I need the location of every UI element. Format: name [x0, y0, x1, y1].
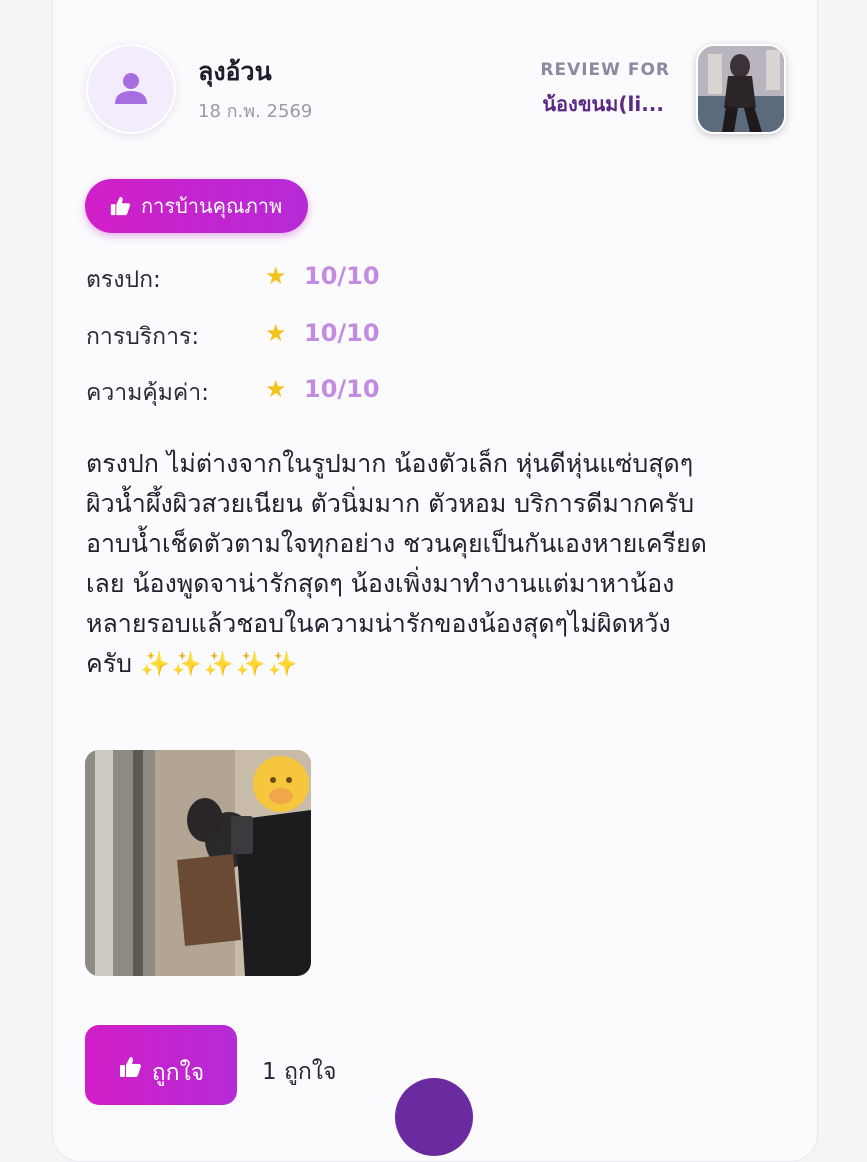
- review-for-name[interactable]: น้องขนม(li...: [542, 88, 664, 120]
- review-text-line: ครับ: [86, 649, 133, 678]
- review-tag-label: การบ้านคุณภาพ: [141, 194, 283, 218]
- star-icon: ★: [265, 262, 287, 290]
- rating-label-value: ความคุ้มค่า:: [86, 380, 209, 406]
- like-count: 1 ถูกใจ: [262, 1059, 337, 1085]
- review-tag: การบ้านคุณภาพ: [85, 179, 309, 233]
- thumbs-up-icon: [119, 1057, 141, 1077]
- sparkles-emoji: ✨✨✨✨✨: [139, 650, 300, 678]
- review-photo[interactable]: [85, 750, 311, 976]
- review-date: 18 ก.พ. 2569: [198, 101, 313, 122]
- user-icon: [115, 73, 147, 104]
- thumbs-up-icon: [110, 196, 131, 216]
- review-for-label: REVIEW FOR: [540, 60, 670, 80]
- rating-label-service: การบริการ:: [86, 324, 200, 350]
- review-photo-image: [85, 750, 311, 976]
- review-text-line-last: ครับ ✨✨✨✨✨: [86, 644, 786, 684]
- review-text-line: ผิวน้ำผึ้งผิวสวยเนียน ตัวนิ่มมาก ตัวหอม …: [86, 489, 695, 518]
- reviewer-avatar: [86, 44, 176, 134]
- like-button[interactable]: ถูกใจ: [85, 1025, 237, 1105]
- rating-score-value: 10/10: [304, 375, 380, 403]
- thumbnail-image: [698, 46, 784, 132]
- review-text-line: ตรงปก ไม่ต่างจากในรูปมาก น้องตัวเล็ก หุ่…: [86, 449, 694, 478]
- star-icon: ★: [265, 319, 287, 347]
- rating-label-accuracy: ตรงปก:: [86, 267, 161, 293]
- review-text-line: หลายรอบแล้วชอบในความน่ารักของน้องสุดๆไม่…: [86, 609, 671, 638]
- review-text-line: เลย น้องพูดจาน่ารักสุดๆ น้องเพิ่งมาทำงาน…: [86, 569, 675, 598]
- review-text-line: อาบน้ำเช็ดตัวตามใจทุกอย่าง ชวนคุยเป็นกัน…: [86, 529, 707, 558]
- rating-score-accuracy: 10/10: [304, 262, 380, 290]
- review-text: ตรงปก ไม่ต่างจากในรูปมาก น้องตัวเล็ก หุ่…: [86, 444, 786, 684]
- like-button-label: ถูกใจ: [151, 1060, 205, 1086]
- star-icon: ★: [265, 375, 287, 403]
- reviewer-name: ลุงอ้วน: [198, 57, 272, 86]
- reviewed-profile-thumbnail[interactable]: [696, 44, 786, 134]
- floating-action-button[interactable]: [395, 1078, 473, 1156]
- rating-score-service: 10/10: [304, 319, 380, 347]
